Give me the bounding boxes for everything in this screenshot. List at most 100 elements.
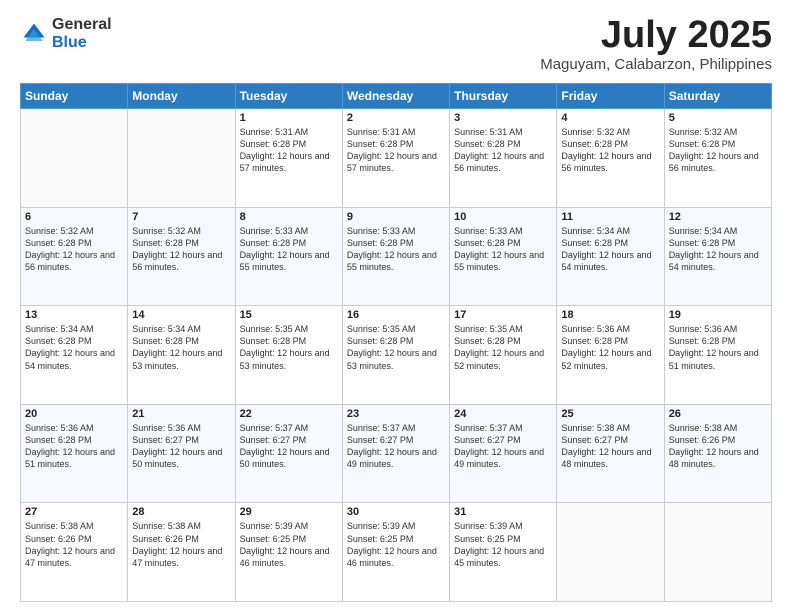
calendar-cell: 17 Sunrise: 5:35 AM Sunset: 6:28 PM Dayli…	[450, 306, 557, 405]
calendar-cell: 23Sunrise: 5:37 AM Sunset: 6:27 PM Dayli…	[342, 404, 449, 503]
calendar-table: SundayMondayTuesdayWednesdayThursdayFrid…	[20, 83, 772, 602]
day-info: Sunrise: 5:33 AM Sunset: 6:28 PM Dayligh…	[454, 225, 552, 274]
day-number: 5	[669, 112, 767, 124]
day-info: Sunrise: 5:31 AM Sunset: 6:28 PM Dayligh…	[454, 126, 552, 175]
calendar-week-row: 1 Sunrise: 5:31 AM Sunset: 6:28 PM Daylig…	[21, 109, 772, 208]
day-info: Sunrise: 5:35 AM Sunset: 6:28 PM Dayligh…	[347, 323, 445, 372]
day-info: Sunrise: 5:36 AM Sunset: 6:27 PM Dayligh…	[132, 422, 230, 471]
calendar-week-row: 20Sunrise: 5:36 AM Sunset: 6:28 PM Dayli…	[21, 404, 772, 503]
calendar-cell: 10 Sunrise: 5:33 AM Sunset: 6:28 PM Dayli…	[450, 207, 557, 306]
weekday-header: Thursday	[450, 84, 557, 109]
day-number: 14	[132, 309, 230, 321]
calendar-cell	[128, 109, 235, 208]
day-number: 23	[347, 408, 445, 420]
day-number: 7	[132, 211, 230, 223]
day-number: 2	[347, 112, 445, 124]
day-info: Sunrise: 5:39 AM Sunset: 6:25 PM Dayligh…	[240, 520, 338, 569]
day-info: Sunrise: 5:34 AM Sunset: 6:28 PM Dayligh…	[669, 225, 767, 274]
day-number: 25	[561, 408, 659, 420]
page: General Blue July 2025 Maguyam, Calabarz…	[0, 0, 792, 612]
calendar-cell: 3 Sunrise: 5:31 AM Sunset: 6:28 PM Daylig…	[450, 109, 557, 208]
day-number: 19	[669, 309, 767, 321]
calendar-cell: 5 Sunrise: 5:32 AM Sunset: 6:28 PM Daylig…	[664, 109, 771, 208]
day-info: Sunrise: 5:33 AM Sunset: 6:28 PM Dayligh…	[240, 225, 338, 274]
calendar-cell: 30 Sunrise: 5:39 AM Sunset: 6:25 PM Dayli…	[342, 503, 449, 602]
day-info: Sunrise: 5:31 AM Sunset: 6:28 PM Dayligh…	[240, 126, 338, 175]
calendar-cell: 16 Sunrise: 5:35 AM Sunset: 6:28 PM Dayli…	[342, 306, 449, 405]
day-number: 21	[132, 408, 230, 420]
calendar-header-row: SundayMondayTuesdayWednesdayThursdayFrid…	[21, 84, 772, 109]
calendar-cell	[664, 503, 771, 602]
day-number: 30	[347, 506, 445, 518]
day-info: Sunrise: 5:38 AM Sunset: 6:26 PM Dayligh…	[25, 520, 123, 569]
logo-text: General Blue	[52, 16, 112, 51]
weekday-header: Sunday	[21, 84, 128, 109]
calendar-cell: 14 Sunrise: 5:34 AM Sunset: 6:28 PM Dayli…	[128, 306, 235, 405]
calendar-cell: 12 Sunrise: 5:34 AM Sunset: 6:28 PM Dayli…	[664, 207, 771, 306]
day-number: 12	[669, 211, 767, 223]
day-number: 1	[240, 112, 338, 124]
logo-blue: Blue	[52, 34, 112, 52]
calendar-week-row: 6Sunrise: 5:32 AM Sunset: 6:28 PM Daylig…	[21, 207, 772, 306]
day-number: 29	[240, 506, 338, 518]
weekday-header: Monday	[128, 84, 235, 109]
calendar-cell: 15Sunrise: 5:35 AM Sunset: 6:28 PM Dayli…	[235, 306, 342, 405]
day-info: Sunrise: 5:34 AM Sunset: 6:28 PM Dayligh…	[132, 323, 230, 372]
month-title: July 2025	[540, 16, 772, 54]
calendar-cell: 29 Sunrise: 5:39 AM Sunset: 6:25 PM Dayli…	[235, 503, 342, 602]
day-number: 17	[454, 309, 552, 321]
day-info: Sunrise: 5:32 AM Sunset: 6:28 PM Dayligh…	[132, 225, 230, 274]
day-info: Sunrise: 5:36 AM Sunset: 6:28 PM Dayligh…	[561, 323, 659, 372]
day-info: Sunrise: 5:37 AM Sunset: 6:27 PM Dayligh…	[454, 422, 552, 471]
calendar-cell: 27 Sunrise: 5:38 AM Sunset: 6:26 PM Dayli…	[21, 503, 128, 602]
calendar-cell: 4 Sunrise: 5:32 AM Sunset: 6:28 PM Daylig…	[557, 109, 664, 208]
calendar-cell: 11 Sunrise: 5:34 AM Sunset: 6:28 PM Dayli…	[557, 207, 664, 306]
logo-general: General	[52, 16, 112, 34]
weekday-header: Saturday	[664, 84, 771, 109]
day-info: Sunrise: 5:32 AM Sunset: 6:28 PM Dayligh…	[561, 126, 659, 175]
day-info: Sunrise: 5:34 AM Sunset: 6:28 PM Dayligh…	[25, 323, 123, 372]
calendar-cell: 13Sunrise: 5:34 AM Sunset: 6:28 PM Dayli…	[21, 306, 128, 405]
day-info: Sunrise: 5:38 AM Sunset: 6:26 PM Dayligh…	[669, 422, 767, 471]
day-number: 15	[240, 309, 338, 321]
day-number: 24	[454, 408, 552, 420]
calendar-cell: 20Sunrise: 5:36 AM Sunset: 6:28 PM Dayli…	[21, 404, 128, 503]
calendar-cell	[557, 503, 664, 602]
calendar-week-row: 13Sunrise: 5:34 AM Sunset: 6:28 PM Dayli…	[21, 306, 772, 405]
day-info: Sunrise: 5:37 AM Sunset: 6:27 PM Dayligh…	[240, 422, 338, 471]
day-number: 11	[561, 211, 659, 223]
title-block: July 2025 Maguyam, Calabarzon, Philippin…	[540, 16, 772, 73]
calendar-cell: 21 Sunrise: 5:36 AM Sunset: 6:27 PM Dayli…	[128, 404, 235, 503]
weekday-header: Friday	[557, 84, 664, 109]
day-number: 9	[347, 211, 445, 223]
calendar-cell: 9 Sunrise: 5:33 AM Sunset: 6:28 PM Daylig…	[342, 207, 449, 306]
day-number: 3	[454, 112, 552, 124]
weekday-header: Wednesday	[342, 84, 449, 109]
day-info: Sunrise: 5:31 AM Sunset: 6:28 PM Dayligh…	[347, 126, 445, 175]
calendar-cell: 1 Sunrise: 5:31 AM Sunset: 6:28 PM Daylig…	[235, 109, 342, 208]
day-number: 28	[132, 506, 230, 518]
logo: General Blue	[20, 16, 112, 51]
calendar-cell: 2 Sunrise: 5:31 AM Sunset: 6:28 PM Daylig…	[342, 109, 449, 208]
day-info: Sunrise: 5:32 AM Sunset: 6:28 PM Dayligh…	[669, 126, 767, 175]
day-number: 27	[25, 506, 123, 518]
day-info: Sunrise: 5:38 AM Sunset: 6:26 PM Dayligh…	[132, 520, 230, 569]
day-number: 18	[561, 309, 659, 321]
day-number: 4	[561, 112, 659, 124]
calendar-cell: 24 Sunrise: 5:37 AM Sunset: 6:27 PM Dayli…	[450, 404, 557, 503]
calendar-cell: 25Sunrise: 5:38 AM Sunset: 6:27 PM Dayli…	[557, 404, 664, 503]
calendar-cell: 8Sunrise: 5:33 AM Sunset: 6:28 PM Daylig…	[235, 207, 342, 306]
day-info: Sunrise: 5:34 AM Sunset: 6:28 PM Dayligh…	[561, 225, 659, 274]
calendar-cell	[21, 109, 128, 208]
day-info: Sunrise: 5:33 AM Sunset: 6:28 PM Dayligh…	[347, 225, 445, 274]
day-number: 10	[454, 211, 552, 223]
calendar-cell: 18 Sunrise: 5:36 AM Sunset: 6:28 PM Dayli…	[557, 306, 664, 405]
day-number: 22	[240, 408, 338, 420]
day-info: Sunrise: 5:36 AM Sunset: 6:28 PM Dayligh…	[25, 422, 123, 471]
calendar-cell: 26Sunrise: 5:38 AM Sunset: 6:26 PM Dayli…	[664, 404, 771, 503]
header: General Blue July 2025 Maguyam, Calabarz…	[20, 16, 772, 73]
day-number: 16	[347, 309, 445, 321]
day-info: Sunrise: 5:39 AM Sunset: 6:25 PM Dayligh…	[347, 520, 445, 569]
day-info: Sunrise: 5:32 AM Sunset: 6:28 PM Dayligh…	[25, 225, 123, 274]
day-info: Sunrise: 5:35 AM Sunset: 6:28 PM Dayligh…	[454, 323, 552, 372]
